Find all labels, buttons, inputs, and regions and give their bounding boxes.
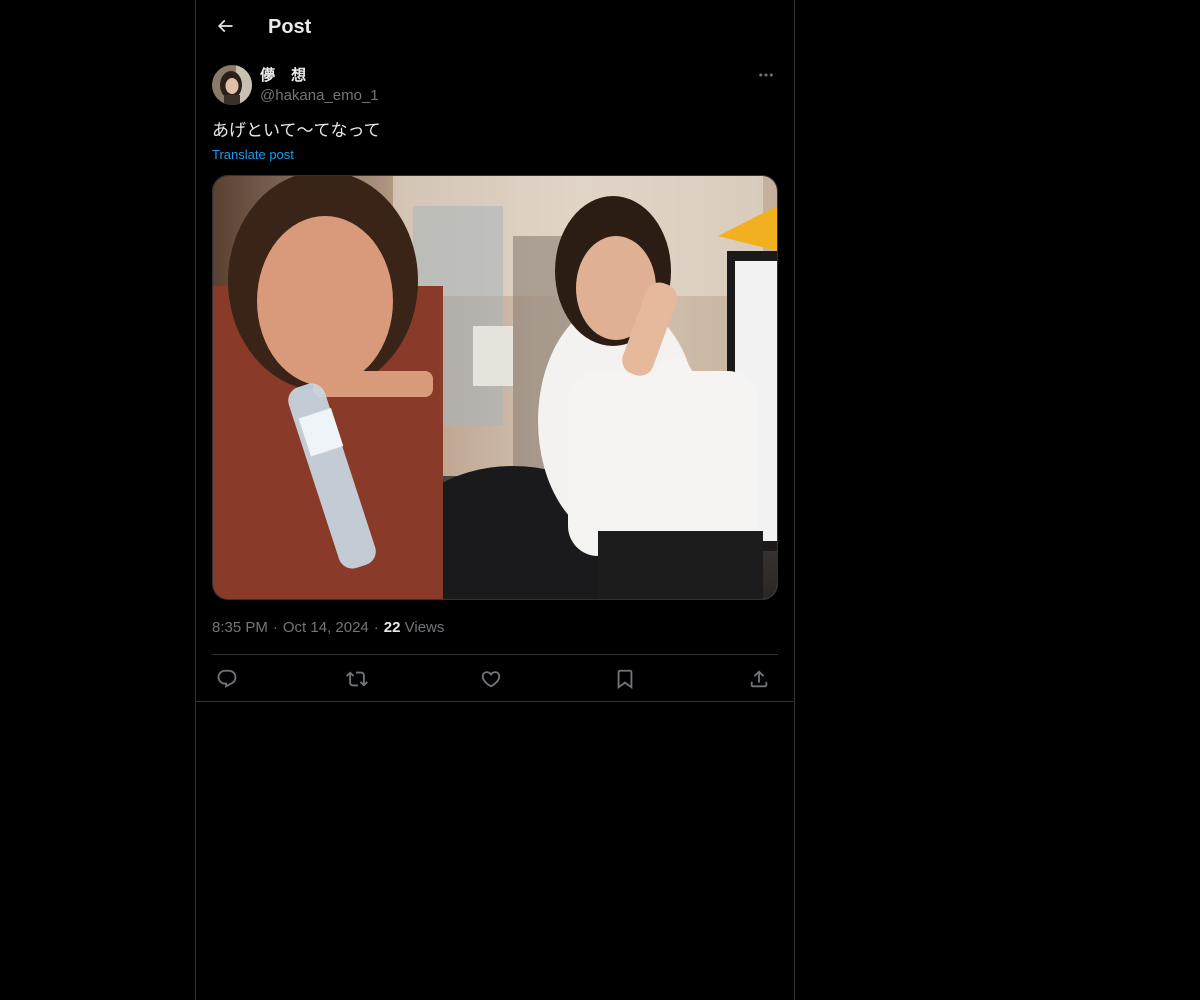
page-title: Post <box>268 16 312 38</box>
views-label: Views <box>404 619 445 636</box>
page-header: Post <box>196 0 794 53</box>
post-time[interactable]: 8:35 PM <box>212 619 268 636</box>
photo-image <box>213 176 777 599</box>
post-photo[interactable] <box>212 175 778 600</box>
reply-icon <box>217 669 237 688</box>
divider <box>196 701 794 702</box>
heart-icon <box>481 671 501 688</box>
reply-button[interactable] <box>214 666 240 692</box>
avatar-image <box>212 65 252 105</box>
share-button[interactable] <box>746 666 772 692</box>
post-text: あげといて〜てなって <box>212 121 381 141</box>
author-display-name[interactable]: 儚 想 <box>260 66 312 86</box>
post-column: Post 儚 想 @hakana_emo_1 あげといて〜てなって Transl… <box>195 0 795 1000</box>
separator: · <box>373 619 379 636</box>
bookmark-button[interactable] <box>612 666 638 692</box>
share-icon <box>750 670 768 688</box>
more-horizontal-icon <box>759 73 773 77</box>
like-button[interactable] <box>478 666 504 692</box>
post-author: 儚 想 @hakana_emo_1 <box>212 64 778 108</box>
back-button[interactable] <box>208 9 242 43</box>
separator: · <box>272 619 278 636</box>
more-options-button[interactable] <box>754 64 778 86</box>
views-count: 22 <box>383 619 401 636</box>
author-handle[interactable]: @hakana_emo_1 <box>260 86 379 106</box>
arrow-left-icon <box>217 19 233 33</box>
translate-post-link[interactable]: Translate post <box>212 146 294 164</box>
repost-icon <box>346 671 368 687</box>
bookmark-icon <box>617 669 633 690</box>
post-actions <box>212 655 778 701</box>
post-date[interactable]: Oct 14, 2024 <box>283 619 369 636</box>
avatar[interactable] <box>212 65 252 105</box>
repost-button[interactable] <box>344 666 370 692</box>
post-metadata: 8:35 PM · Oct 14, 2024 · 22 Views <box>212 618 444 638</box>
